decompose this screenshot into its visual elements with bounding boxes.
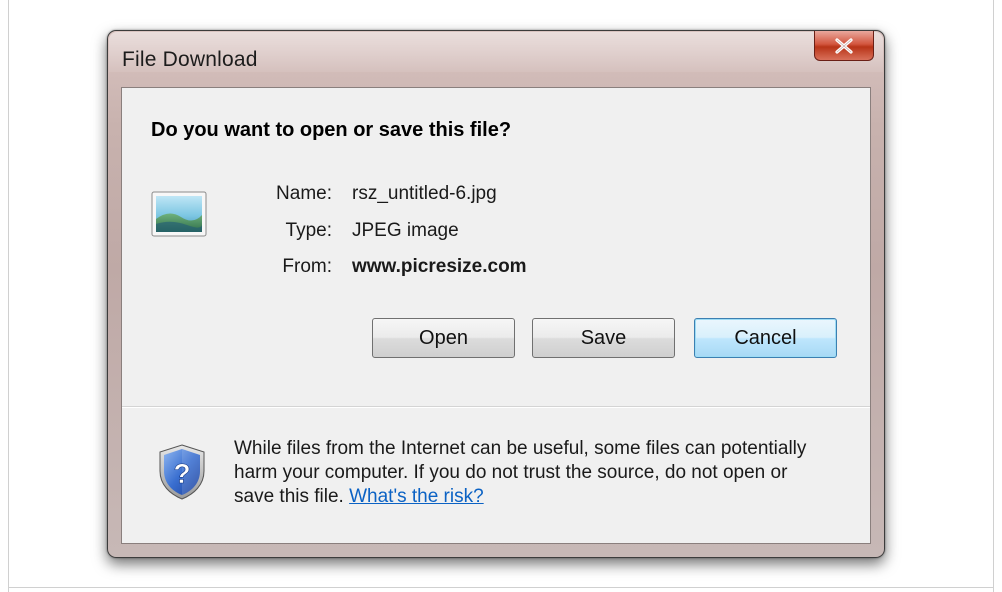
close-x-icon (835, 37, 853, 54)
from-value: www.picresize.com (352, 256, 527, 277)
outer-frame-right (993, 0, 994, 592)
file-download-dialog: File Download Do you want to open or sav… (107, 30, 885, 558)
type-value: JPEG image (352, 220, 459, 241)
open-button[interactable]: Open (372, 318, 515, 358)
close-button[interactable] (814, 31, 874, 61)
warning-line-3: save this file. What's the risk? (234, 485, 854, 509)
warning-line-1: While files from the Internet can be use… (234, 438, 807, 459)
warning-line-2: harm your computer. If you do not trust … (234, 462, 788, 483)
save-button[interactable]: Save (532, 318, 675, 358)
cancel-button[interactable]: Cancel (694, 318, 837, 358)
name-label: Name: (276, 183, 332, 204)
from-label: From: (282, 256, 332, 277)
warning-line-3-prefix: save this file. (234, 486, 344, 507)
whats-the-risk-link[interactable]: What's the risk? (349, 486, 484, 507)
svg-text:?: ? (173, 458, 190, 489)
dialog-client-area: Do you want to open or save this file? N… (121, 87, 871, 544)
type-label: Type: (285, 220, 332, 241)
outer-frame-left (8, 0, 9, 592)
from-row: From: www.picresize.com (122, 256, 862, 307)
dialog-divider (122, 406, 870, 408)
warning-text: While files from the Internet can be use… (234, 437, 854, 509)
security-shield-question-icon: ? (156, 443, 208, 501)
outer-frame-bottom (8, 587, 994, 588)
dialog-question: Do you want to open or save this file? (151, 119, 512, 141)
name-value: rsz_untitled-6.jpg (352, 183, 497, 204)
window-title: File Download (122, 48, 258, 71)
screenshot-canvas: File Download Do you want to open or sav… (0, 0, 1002, 592)
